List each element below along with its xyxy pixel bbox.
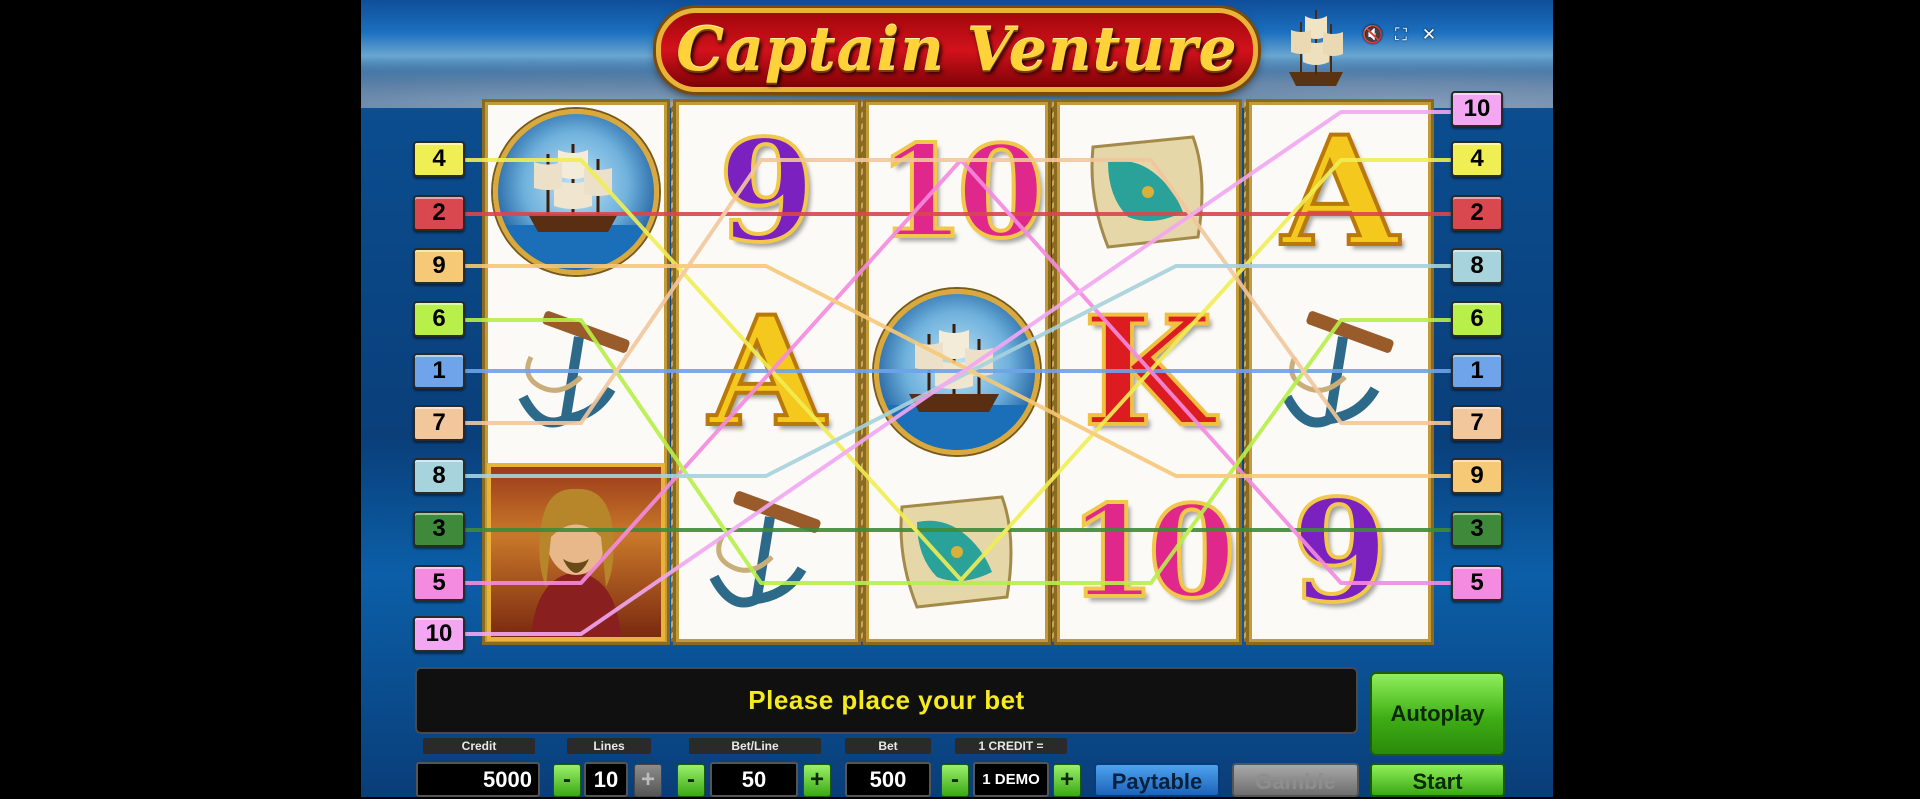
- payline-badge-right: 2: [1451, 195, 1503, 231]
- gamble-button[interactable]: Gamble: [1232, 763, 1359, 797]
- symbol-anchor: [1249, 282, 1431, 462]
- payline-badge-left: 9: [413, 248, 465, 284]
- credit-label: Credit: [423, 738, 535, 754]
- paytable-button[interactable]: Paytable: [1094, 763, 1220, 797]
- symbol-9: 9: [716, 108, 817, 276]
- payline-badge-right: 9: [1451, 458, 1503, 494]
- payline-badge-left: 7: [413, 405, 465, 441]
- symbol-treasure-map: [866, 462, 1048, 642]
- symbol-A: A: [707, 282, 827, 462]
- reel-3: 10: [866, 102, 1048, 642]
- payline-badge-left: 8: [413, 458, 465, 494]
- lines-label: Lines: [567, 738, 651, 754]
- symbol-A: A: [1280, 102, 1400, 282]
- reel-1: [485, 102, 667, 642]
- payline-badge-left: 3: [413, 511, 465, 547]
- payline-badge-right: 8: [1451, 248, 1503, 284]
- bet-line-decrease-button[interactable]: -: [677, 764, 705, 797]
- payline-badge-right: 7: [1451, 405, 1503, 441]
- close-icon[interactable]: ✕: [1418, 24, 1440, 46]
- payline-badge-left: 4: [413, 141, 465, 177]
- credit-rate-decrease-button[interactable]: -: [941, 764, 969, 797]
- bet-label: Bet: [845, 738, 931, 754]
- credit-rate-increase-button[interactable]: +: [1053, 764, 1081, 797]
- bet-line-label: Bet/Line: [689, 738, 821, 754]
- start-button[interactable]: Start: [1370, 763, 1505, 797]
- symbol-anchor: [485, 282, 667, 462]
- payline-badge-left: 5: [413, 565, 465, 601]
- bet-line-increase-button[interactable]: +: [803, 764, 831, 797]
- ship-logo-icon: [1289, 10, 1343, 86]
- symbol-anchor: [676, 462, 858, 642]
- sound-toggle-icon[interactable]: 🔇: [1362, 24, 1384, 46]
- lines-increase-button[interactable]: +: [634, 764, 662, 797]
- payline-badge-right: 4: [1451, 141, 1503, 177]
- credit-value: 5000: [416, 762, 540, 797]
- payline-badge-right: 6: [1451, 301, 1503, 337]
- symbol-10: 10: [875, 116, 1046, 268]
- reel-2: 9 A: [676, 102, 858, 642]
- game-title: Captain Venture: [676, 15, 1238, 85]
- symbol-10: 10: [1066, 476, 1237, 628]
- credit-rate-value: 1 DEMO: [973, 762, 1049, 797]
- symbol-9: 9: [1289, 468, 1390, 636]
- message-bar: Please place your bet: [415, 667, 1358, 734]
- bet-value: 500: [845, 762, 931, 797]
- autoplay-label: Autoplay: [1390, 701, 1485, 726]
- symbol-ship-medallion: [485, 102, 667, 282]
- reel-5: A 9: [1249, 102, 1431, 642]
- lines-value: 10: [584, 762, 628, 797]
- payline-badge-left: 6: [413, 301, 465, 337]
- symbol-K: K: [1081, 282, 1215, 462]
- game-logo: Captain Venture: [656, 8, 1258, 92]
- lines-decrease-button[interactable]: -: [553, 764, 581, 797]
- credit-rate-label: 1 CREDIT =: [955, 738, 1067, 754]
- payline-badge-right: 1: [1451, 353, 1503, 389]
- fullscreen-icon[interactable]: ⛶: [1390, 24, 1412, 46]
- bet-line-value: 50: [710, 762, 798, 797]
- symbol-ship-medallion: [866, 282, 1048, 462]
- payline-badge-right: 10: [1451, 91, 1503, 127]
- payline-badge-left: 2: [413, 195, 465, 231]
- symbol-captain-portrait: [485, 462, 667, 642]
- autoplay-button[interactable]: Autoplay: [1370, 672, 1505, 756]
- symbol-treasure-map: [1057, 102, 1239, 282]
- reel-4: K 10: [1057, 102, 1239, 642]
- payline-badge-right: 3: [1451, 511, 1503, 547]
- payline-badge-left: 1: [413, 353, 465, 389]
- status-message: Please place your bet: [748, 685, 1025, 715]
- payline-badge-left: 10: [413, 616, 465, 652]
- payline-badge-right: 5: [1451, 565, 1503, 601]
